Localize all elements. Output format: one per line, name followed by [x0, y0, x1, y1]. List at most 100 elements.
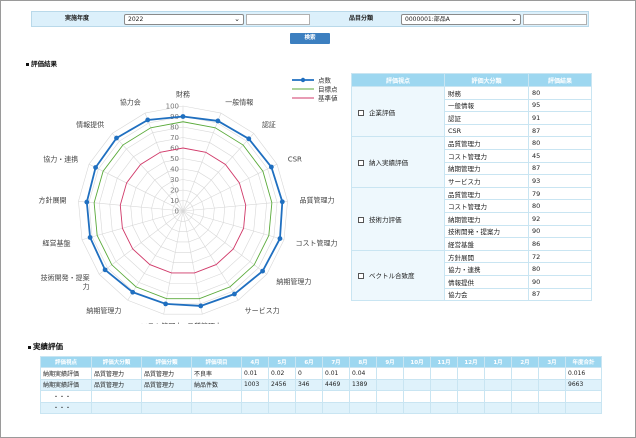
radar-axis-label-line: 納期管理力: [86, 306, 121, 315]
actual-cell: [349, 390, 377, 403]
radar-series-0-point: [163, 301, 169, 307]
radar-series-0-point: [268, 164, 274, 170]
radar-axis-label-line: 一般情報: [225, 97, 253, 106]
actual-header-cell: 5月: [268, 356, 296, 368]
radar-tick-label: 70: [170, 134, 179, 142]
category-extra-field[interactable]: [523, 14, 587, 25]
actual-cell: 品質管理力: [141, 378, 192, 391]
actual-cell: 品質管理力: [91, 378, 142, 391]
eval-score-cell: 79: [528, 186, 592, 201]
radar-axis-label: 品質管理力: [300, 196, 335, 205]
actual-cell: 品質管理力: [141, 367, 192, 380]
legend-label: 点数: [318, 76, 332, 85]
actual-cell: 0.01: [241, 367, 269, 380]
actual-cell: [457, 378, 485, 391]
category-checkbox[interactable]: [358, 273, 364, 280]
actual-cell: 不良率: [191, 367, 242, 380]
search-button[interactable]: 検索: [290, 33, 330, 44]
radar-axis-label-line: 方針展開: [38, 196, 66, 205]
radar-tick-label: 40: [170, 165, 179, 173]
year-extra-field[interactable]: [246, 14, 310, 25]
eval-score-cell: 91: [528, 111, 592, 125]
bullet-square-icon: [28, 345, 31, 349]
radar-series-0-point: [277, 236, 283, 241]
category-checkbox[interactable]: [358, 160, 364, 167]
actual-cell: [403, 367, 431, 380]
year-select-value: 2022: [128, 16, 144, 23]
eval-category-label: 納入実績評価: [369, 159, 408, 168]
actual-cell: [295, 401, 323, 414]
actual-header-cell: 評価大分類: [91, 356, 142, 368]
year-label: 実施年度: [64, 15, 89, 22]
year-select[interactable]: 2022 ⌄: [124, 14, 244, 25]
radar-axis-label-line: 経営基盤: [42, 239, 70, 248]
eval-score-cell: 80: [528, 199, 592, 213]
actual-header-cell: 評価項目: [191, 356, 242, 368]
eval-category-label: ベクトル合致度: [369, 272, 415, 281]
radar-tick-label: 50: [170, 155, 179, 163]
actual-cell: [295, 390, 323, 403]
actual-cell: 4469: [322, 378, 350, 391]
actual-cell: 納品件数: [191, 378, 242, 391]
radar-axis-label: 品質管理力: [187, 322, 222, 324]
actual-header-cell: 8月: [349, 356, 377, 368]
filter-bar: 実施年度 2022 ⌄ 品目分類 0000001:部品A ⌄: [31, 11, 589, 27]
eval-subcategory-cell: 品質管理力: [444, 186, 529, 201]
radar-axis-label: 納期管理力: [86, 306, 121, 315]
radar-axis-label-line: 協力会: [120, 97, 141, 106]
actual-cell: 2456: [268, 378, 296, 391]
eval-score-cell: 86: [528, 237, 592, 251]
eval-subcategory-cell: 協力・連携: [444, 262, 529, 276]
eval-subcategory-cell: 認証: [444, 111, 529, 125]
eval-score-cell: 87: [528, 123, 592, 138]
radar-series-0-point: [102, 267, 108, 273]
eval-header-cell: 評価大分類: [444, 73, 529, 87]
eval-category-cell: ベクトル合致度: [351, 249, 445, 302]
radar-series-0-point: [279, 199, 285, 205]
radar-axis-label-line: 力: [83, 282, 90, 291]
eval-subcategory-cell: コスト管理力: [444, 148, 529, 163]
actual-cell: [565, 390, 602, 403]
eval-score-cell: 90: [528, 224, 592, 239]
eval-subcategory-cell: 情報提供: [444, 274, 529, 289]
eval-category-cell: 技術力評価: [351, 186, 445, 251]
actual-cell: ・・・: [40, 390, 92, 403]
actual-cell: [538, 367, 566, 380]
eval-header-cell: 評価視点: [351, 73, 445, 87]
chevron-down-icon: ⌄: [234, 15, 240, 23]
bullet-square-icon: [26, 62, 29, 66]
eval-subcategory-cell: CSR: [444, 123, 529, 138]
radar-tick-label: 30: [170, 176, 179, 184]
actual-cell: [403, 401, 431, 414]
eval-score-cell: 93: [528, 174, 592, 188]
radar-series-0-point: [114, 135, 119, 141]
radar-series-0-point: [87, 235, 93, 240]
actual-cell: [268, 401, 296, 414]
category-checkbox[interactable]: [358, 216, 364, 223]
eval-subcategory-cell: 品質管理力: [444, 136, 529, 150]
category-checkbox[interactable]: [358, 109, 364, 116]
legend-label: 目標点: [318, 85, 338, 94]
eval-subcategory-cell: サービス力: [444, 174, 529, 188]
actual-cell: [430, 390, 458, 403]
eval-score-cell: 92: [528, 211, 592, 226]
radar-axis-label: 情報提供: [76, 120, 104, 129]
actual-header-cell: 2月: [511, 356, 539, 368]
radar-axis-label-line: 情報提供: [76, 120, 104, 129]
actual-header-cell: 評価分類: [141, 356, 192, 368]
eval-category-label: 企業評価: [369, 108, 395, 117]
radar-axis-label: 一般情報: [225, 97, 253, 106]
actual-header-cell: 12月: [457, 356, 485, 368]
actual-cell: [457, 401, 485, 414]
eval-subcategory-cell: 方針展開: [444, 249, 529, 264]
radar-axis-label-line: サービス力: [245, 306, 280, 315]
eval-subcategory-cell: 技術開発・提案力: [444, 224, 529, 239]
actual-cell: [511, 378, 539, 391]
actual-header-cell: 10月: [403, 356, 431, 368]
eval-score-cell: 80: [528, 262, 592, 276]
eval-category-label: 技術力評価: [369, 215, 402, 224]
radar-tick-label: 100: [166, 102, 179, 110]
category-select[interactable]: 0000001:部品A ⌄: [401, 14, 521, 25]
actual-cell: [430, 378, 458, 391]
eval-score-cell: 72: [528, 249, 592, 264]
